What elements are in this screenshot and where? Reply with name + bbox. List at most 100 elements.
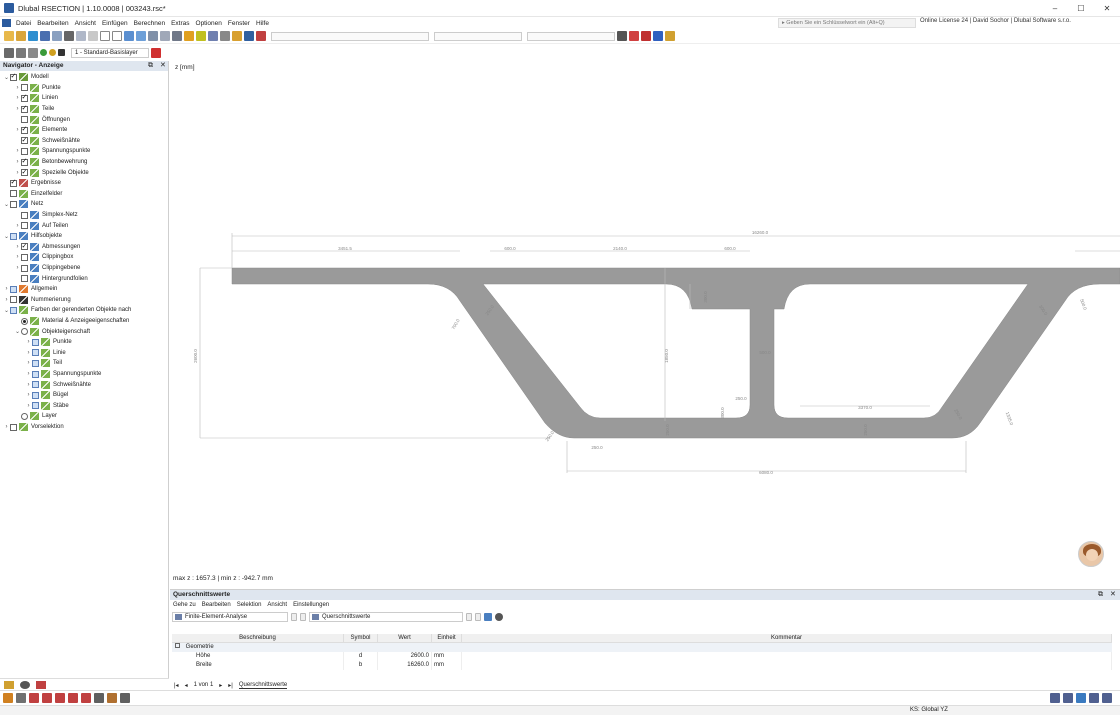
expand-icon[interactable]: › (3, 297, 10, 303)
undo-icon[interactable] (100, 31, 110, 41)
checkbox[interactable] (21, 254, 28, 261)
close-button[interactable]: ✕ (1094, 0, 1120, 17)
tree-item[interactable]: ›Clippingbox (14, 252, 73, 263)
table-row[interactable]: Höhe d 2600.0 mm (172, 652, 1112, 661)
table-group-row[interactable]: Geometrie (172, 643, 1112, 652)
tree-item[interactable]: ›Teil (25, 358, 62, 369)
tree-item[interactable]: Öffnungen (14, 114, 70, 125)
search-input[interactable]: ▸ Geben Sie ein Schlüsselwort ein (Alt+Q… (778, 18, 916, 28)
tree-item[interactable]: ⌄Objekteigenschaft (14, 326, 90, 337)
color-icon[interactable] (58, 49, 65, 56)
save-icon[interactable] (40, 31, 50, 41)
tree-item[interactable]: Einzelfelder (3, 189, 62, 200)
menu-datei[interactable]: Datei (13, 20, 34, 27)
last-page-icon[interactable]: ▸| (228, 682, 233, 689)
calc-icon[interactable] (208, 31, 218, 41)
line-tool-icon[interactable] (29, 693, 39, 703)
checkbox[interactable] (21, 116, 28, 123)
expand-icon[interactable]: › (25, 382, 32, 388)
tree-item[interactable]: ›Spannungspunkte (14, 146, 90, 157)
analysis-select[interactable]: Finite-Element-Analyse (172, 612, 288, 622)
tree-item[interactable]: ›Punkte (14, 83, 61, 94)
checkbox[interactable] (21, 275, 28, 282)
combination-select[interactable] (434, 32, 522, 41)
tree-item[interactable]: ›Nummerierung (3, 295, 71, 306)
sheet-tab[interactable]: Querschnittswerte (239, 682, 287, 689)
checkbox[interactable] (21, 106, 28, 113)
radio-button[interactable] (21, 413, 28, 420)
graphic-icon[interactable] (160, 31, 170, 41)
tree-item[interactable]: Ergebnisse (3, 178, 61, 189)
checkbox[interactable] (32, 349, 39, 356)
radio-button[interactable] (21, 328, 28, 335)
collapse-icon[interactable] (175, 643, 180, 648)
checkbox[interactable] (10, 190, 17, 197)
display-tab-icon[interactable] (20, 681, 30, 689)
panel-close-icon[interactable]: ✕ (1110, 590, 1116, 600)
tree-item[interactable]: ›Spannungspunkte (25, 369, 101, 380)
osnap-icon[interactable] (1076, 693, 1086, 703)
visible-icon[interactable] (40, 49, 47, 56)
tree-item[interactable]: ›Linie (25, 348, 66, 359)
checkbox[interactable] (21, 137, 28, 144)
tree-item[interactable]: ›Betonbewehrung (14, 157, 87, 168)
layer2-icon[interactable] (16, 48, 26, 58)
tree-item[interactable]: ›Clippingebene (14, 263, 80, 274)
checkbox[interactable] (10, 180, 17, 187)
axes-icon[interactable] (641, 31, 651, 41)
star-icon[interactable] (184, 31, 194, 41)
tree-item[interactable]: ›Bügel (25, 390, 68, 401)
panel-menu-selection[interactable]: Selektion (234, 602, 265, 608)
layer3-icon[interactable] (28, 48, 38, 58)
expand-icon[interactable]: › (14, 85, 21, 91)
expand-icon[interactable]: › (25, 360, 32, 366)
prev-table-icon[interactable] (466, 613, 472, 621)
checkbox[interactable] (21, 84, 28, 91)
assistant-avatar[interactable] (1078, 541, 1104, 567)
view-icon[interactable] (124, 31, 134, 41)
checkbox[interactable] (10, 424, 17, 431)
save-as-icon[interactable] (52, 31, 62, 41)
tree-item[interactable]: ›Abmessungen (14, 242, 80, 253)
dxf-icon[interactable] (1102, 693, 1112, 703)
wand-icon[interactable] (196, 31, 206, 41)
expand-icon[interactable]: › (25, 339, 32, 345)
redo-icon[interactable] (112, 31, 122, 41)
checkbox[interactable] (21, 212, 28, 219)
expand-icon[interactable]: › (14, 244, 21, 250)
checkbox[interactable] (10, 286, 17, 293)
checkbox[interactable] (21, 148, 28, 155)
panel-menu-edit[interactable]: Bearbeiten (199, 602, 234, 608)
tree-item[interactable]: ⌄Hilfsobjekte (3, 231, 62, 242)
next-table-icon[interactable] (475, 613, 481, 621)
tree-item[interactable]: ›Elemente (14, 125, 67, 136)
expand-icon[interactable]: › (3, 424, 10, 430)
checkbox[interactable] (21, 222, 28, 229)
expand-icon[interactable]: › (25, 403, 32, 409)
app-menu-icon[interactable] (2, 19, 11, 27)
tree-item[interactable]: Simplex-Netz (14, 210, 78, 221)
expand-icon[interactable]: › (14, 95, 21, 101)
panel-undock-icon[interactable]: ⧉ (1098, 590, 1103, 600)
notes-icon[interactable] (88, 31, 98, 41)
table-select[interactable]: Querschnittswerte (309, 612, 463, 622)
checkbox[interactable] (21, 95, 28, 102)
next-icon[interactable] (300, 613, 306, 621)
undock-icon[interactable]: ⧉ (148, 61, 153, 71)
tree-item[interactable]: ⌄Modell (3, 72, 49, 83)
tree-item[interactable]: ›Allgemein (3, 284, 57, 295)
panel-menu-settings[interactable]: Einstellungen (290, 602, 332, 608)
prev-icon[interactable] (291, 613, 297, 621)
expand-icon[interactable]: ⌄ (3, 74, 10, 81)
checkbox[interactable] (10, 201, 17, 208)
first-page-icon[interactable]: |◂ (174, 682, 179, 689)
menu-fenster[interactable]: Fenster (225, 20, 253, 27)
checkbox[interactable] (32, 371, 39, 378)
view2-icon[interactable] (136, 31, 146, 41)
expand-icon[interactable]: › (14, 254, 21, 260)
frame-icon[interactable] (220, 31, 230, 41)
menu-bearbeiten[interactable]: Bearbeiten (34, 20, 71, 27)
result-select[interactable] (527, 32, 615, 41)
search-icon[interactable] (495, 613, 503, 621)
pen-icon[interactable] (232, 31, 242, 41)
